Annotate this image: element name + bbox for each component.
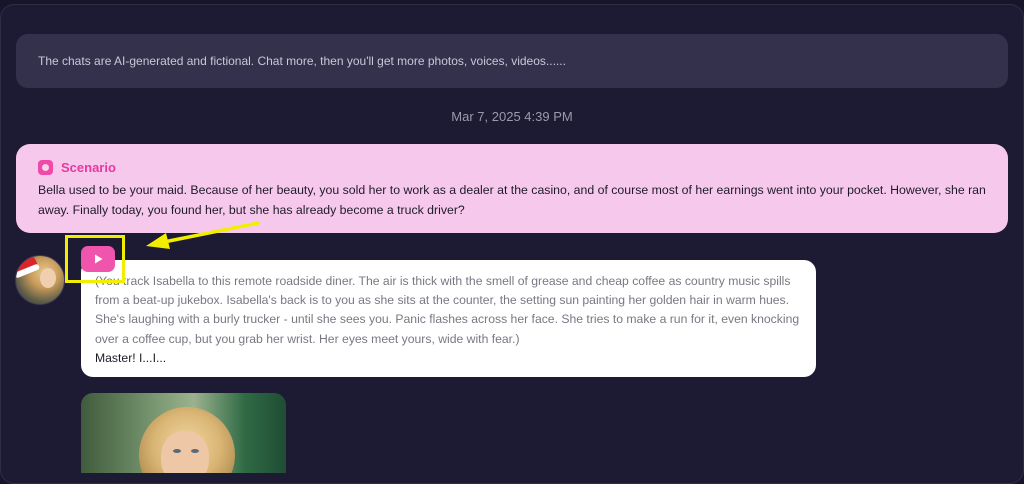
character-avatar[interactable]: [15, 255, 65, 305]
ai-disclaimer-text: The chats are AI-generated and fictional…: [38, 54, 566, 68]
ai-disclaimer-banner: The chats are AI-generated and fictional…: [16, 34, 1008, 88]
character-message-bubble: (You track Isabella to this remote roads…: [81, 260, 816, 377]
scenario-title: Scenario: [61, 160, 116, 175]
photo-eye-left: [173, 449, 181, 453]
photo-eye-right: [191, 449, 199, 453]
message-narration: (You track Isabella to this remote roads…: [95, 274, 800, 346]
scenario-icon: [38, 160, 53, 175]
arrow-annotation-icon: [146, 221, 260, 249]
message-speech: Master! I...I...: [95, 350, 167, 365]
photo-face: [161, 431, 209, 473]
message-timestamp: Mar 7, 2025 4:39 PM: [451, 109, 573, 124]
highlight-box-annotation: [65, 235, 125, 283]
scenario-header: Scenario: [38, 160, 986, 175]
avatar-face: [40, 268, 56, 288]
character-photo[interactable]: [81, 393, 286, 473]
